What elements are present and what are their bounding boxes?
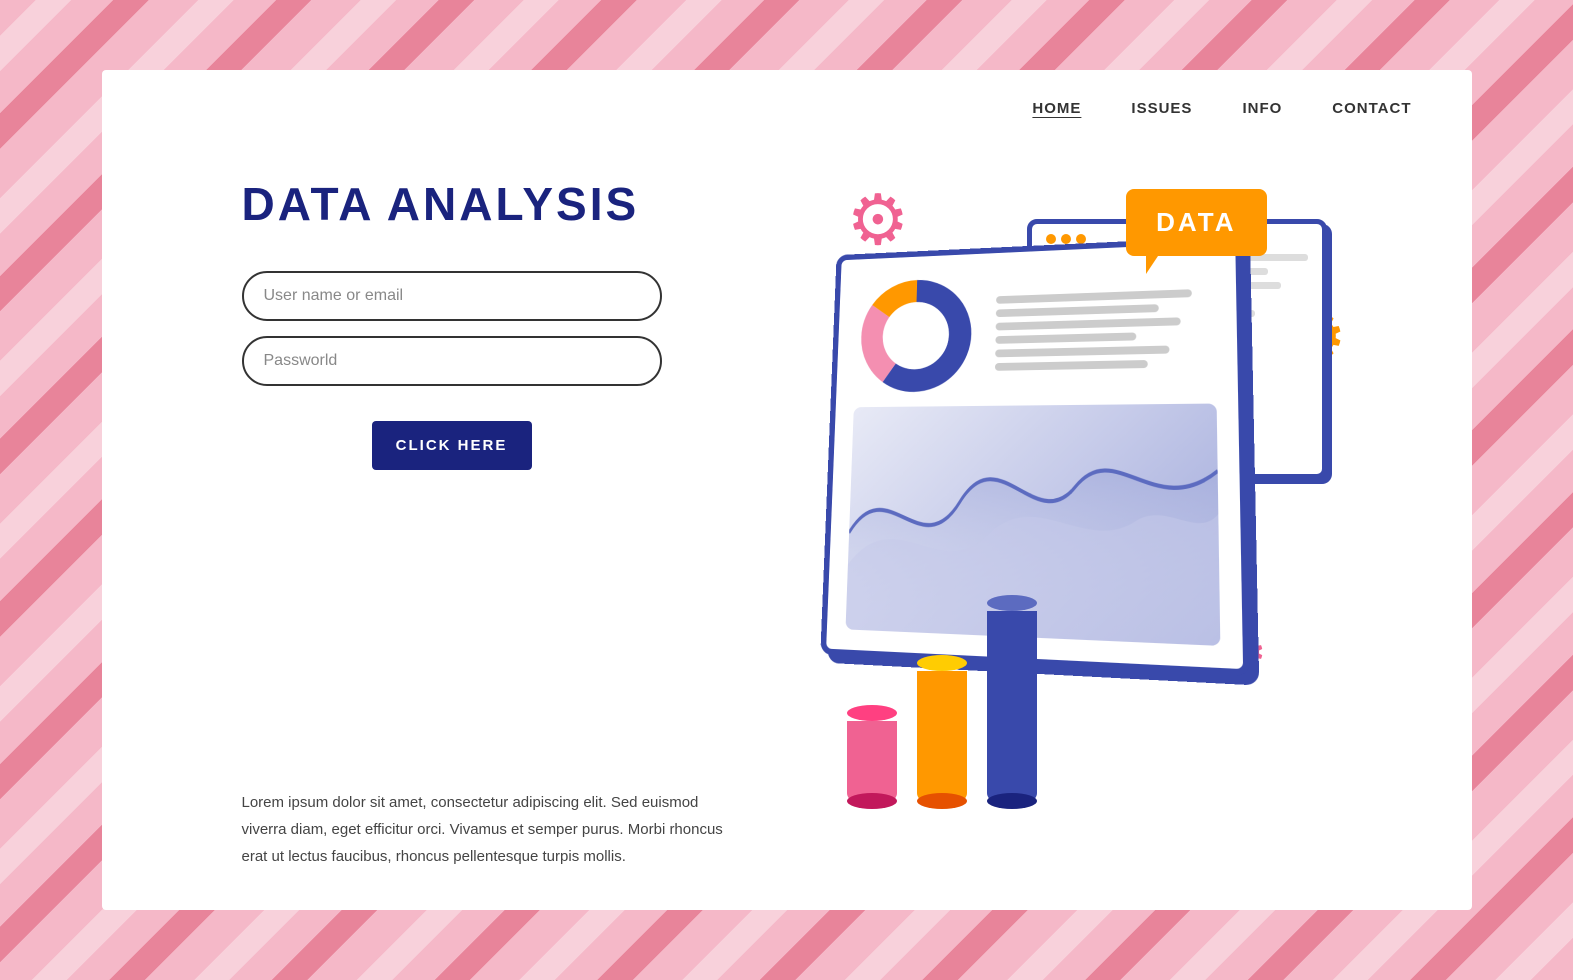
nav-info[interactable]: INFO [1242, 100, 1282, 117]
data-line [995, 304, 1157, 317]
dot-2 [1061, 234, 1071, 244]
cyl-bottom [847, 793, 897, 809]
cyl-bottom [917, 793, 967, 809]
data-bubble: DATA [1126, 189, 1266, 256]
lines-area [994, 288, 1215, 370]
cylinder-orange [917, 655, 967, 809]
navbar: HOME ISSUES INFO CONTACT [102, 70, 1472, 127]
left-panel: DATA ANALYSIS CLICK HERE Lorem ipsum dol… [242, 147, 742, 870]
cyl-bottom [987, 793, 1037, 809]
dot-3 [1076, 234, 1086, 244]
cyl-body [987, 611, 1037, 801]
username-input[interactable] [242, 271, 662, 321]
donut-chart [854, 272, 978, 397]
cyl-top [917, 655, 967, 671]
password-input[interactable] [242, 336, 662, 386]
login-form [242, 271, 742, 386]
cylinders-group [847, 595, 1037, 809]
main-content: DATA ANALYSIS CLICK HERE Lorem ipsum dol… [102, 127, 1472, 910]
screen-inner [845, 262, 1220, 645]
nav-issues[interactable]: ISSUES [1131, 100, 1192, 117]
cta-button[interactable]: CLICK HERE [372, 421, 532, 470]
data-line [995, 332, 1136, 343]
cyl-top [847, 705, 897, 721]
cyl-body [847, 721, 897, 801]
data-line [995, 345, 1170, 357]
data-line [994, 360, 1146, 371]
cyl-body [917, 671, 967, 801]
cylinder-pink [847, 705, 897, 809]
cylinder-blue [987, 595, 1037, 809]
data-line [995, 317, 1180, 330]
data-line [996, 289, 1192, 304]
right-panel: ⚙ ⚙ ⚙ ⚙ DATA [742, 147, 1392, 870]
page-title: DATA ANALYSIS [242, 177, 742, 231]
chart-area [854, 262, 1216, 397]
gear-pink-top-icon: ⚙ [847, 179, 910, 261]
cyl-top [987, 595, 1037, 611]
nav-contact[interactable]: CONTACT [1332, 100, 1411, 117]
illustration: ⚙ ⚙ ⚙ ⚙ DATA [767, 159, 1367, 839]
nav-home[interactable]: HOME [1032, 100, 1081, 117]
main-card: HOME ISSUES INFO CONTACT DATA ANALYSIS C… [102, 70, 1472, 910]
description-text: Lorem ipsum dolor sit amet, consectetur … [242, 759, 742, 870]
dot-1 [1046, 234, 1056, 244]
